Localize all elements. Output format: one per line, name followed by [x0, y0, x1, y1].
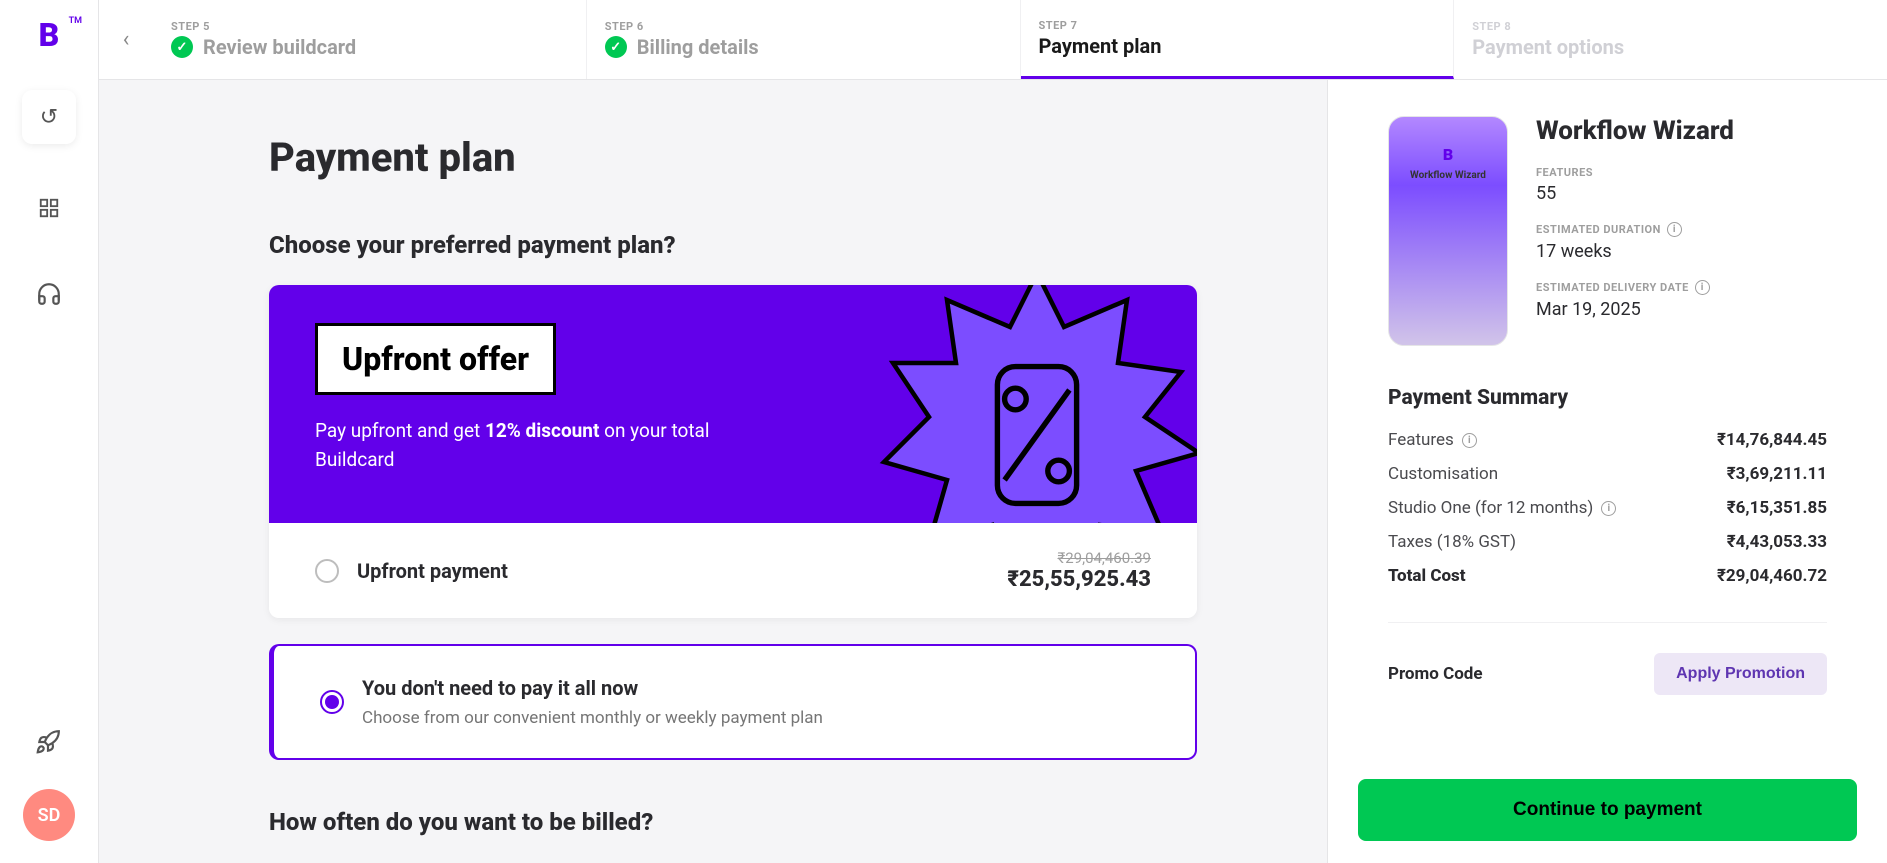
- check-icon: ✓: [605, 36, 627, 58]
- back-button[interactable]: ‹: [99, 0, 153, 79]
- step-7[interactable]: STEP 7 Payment plan: [1021, 0, 1455, 79]
- upfront-radio[interactable]: [315, 559, 339, 583]
- user-avatar[interactable]: SD: [23, 789, 75, 841]
- chevron-left-icon: ‹: [123, 27, 130, 52]
- promo-section: Promo Code Apply Promotion: [1388, 622, 1827, 695]
- section-heading-billing: How often do you want to be billed?: [269, 808, 1197, 836]
- page-title: Payment plan: [269, 134, 1197, 181]
- installment-radio[interactable]: [320, 690, 344, 714]
- offer-banner: Upfront offer Pay upfront and get 12% di…: [269, 285, 1197, 523]
- step-title: Billing details: [637, 35, 759, 59]
- info-icon[interactable]: i: [1601, 501, 1616, 516]
- check-icon: ✓: [171, 36, 193, 58]
- undo-icon: ↺: [40, 105, 58, 130]
- apps-icon[interactable]: [35, 194, 63, 222]
- step-5[interactable]: STEP 5 ✓ Review buildcard: [153, 0, 587, 79]
- thumb-product-name: Workflow Wizard: [1410, 170, 1486, 181]
- offer-description: Pay upfront and get 12% discount on your…: [315, 417, 745, 474]
- main-area: ‹ STEP 5 ✓ Review buildcard STEP 6 ✓ Bil…: [99, 0, 1887, 863]
- price-discounted: ₹25,55,925.43: [1007, 567, 1151, 592]
- product-thumbnail: B Workflow Wizard: [1388, 116, 1508, 346]
- avatar-initials: SD: [38, 805, 61, 826]
- upfront-price: ₹29,04,460.39 ₹25,55,925.43: [1007, 549, 1151, 592]
- summary-line-taxes: Taxes (18% GST) ₹4,43,053.33: [1388, 532, 1827, 552]
- step-title: Payment options: [1472, 35, 1624, 59]
- step-number: STEP 7: [1039, 19, 1436, 32]
- promo-label: Promo Code: [1388, 664, 1483, 684]
- stepper: ‹ STEP 5 ✓ Review buildcard STEP 6 ✓ Bil…: [99, 0, 1887, 80]
- thumb-logo: B: [1443, 145, 1453, 164]
- continue-to-payment-button[interactable]: Continue to payment: [1358, 779, 1857, 841]
- step-8[interactable]: STEP 8 Payment options: [1454, 0, 1887, 79]
- support-headset-icon[interactable]: [35, 280, 63, 308]
- summary-line-total: Total Cost ₹29,04,460.72: [1388, 566, 1827, 586]
- logo-b: B: [39, 16, 60, 54]
- content-main: Payment plan Choose your preferred payme…: [99, 80, 1327, 863]
- upfront-option-row[interactable]: Upfront payment ₹29,04,460.39 ₹25,55,925…: [269, 523, 1197, 618]
- brand-logo[interactable]: B TM: [28, 14, 70, 56]
- info-icon[interactable]: i: [1462, 433, 1477, 448]
- upfront-offer-card: Upfront offer Pay upfront and get 12% di…: [269, 285, 1197, 618]
- step-6[interactable]: STEP 6 ✓ Billing details: [587, 0, 1021, 79]
- installment-title: You don't need to pay it all now: [362, 676, 823, 700]
- features-value: 55: [1536, 183, 1827, 204]
- summary-title: Payment Summary: [1388, 386, 1827, 410]
- installment-subtitle: Choose from our convenient monthly or we…: [362, 708, 823, 728]
- apply-promotion-button[interactable]: Apply Promotion: [1654, 653, 1827, 695]
- duration-value: 17 weeks: [1536, 241, 1827, 262]
- discount-burst-icon: [857, 285, 1197, 523]
- product-header: B Workflow Wizard Workflow Wizard FEATUR…: [1388, 116, 1827, 346]
- info-icon[interactable]: i: [1695, 280, 1710, 295]
- installment-option-card[interactable]: You don't need to pay it all now Choose …: [269, 644, 1197, 760]
- step-number: STEP 5: [171, 20, 568, 33]
- info-icon[interactable]: i: [1667, 222, 1682, 237]
- step-number: STEP 6: [605, 20, 1002, 33]
- upfront-label: Upfront payment: [357, 559, 508, 583]
- delivery-value: Mar 19, 2025: [1536, 299, 1827, 320]
- summary-line-studio-one: Studio One (for 12 months)i ₹6,15,351.85: [1388, 498, 1827, 518]
- step-number: STEP 8: [1472, 20, 1869, 33]
- summary-line-features: Featuresi ₹14,76,844.45: [1388, 430, 1827, 450]
- left-sidebar: B TM ↺ SD: [0, 0, 99, 863]
- delivery-label: ESTIMATED DELIVERY DATEi: [1536, 280, 1827, 295]
- continue-bar: Continue to payment: [1328, 759, 1887, 863]
- content-wrap: Payment plan Choose your preferred payme…: [99, 80, 1887, 863]
- summary-panel: B Workflow Wizard Workflow Wizard FEATUR…: [1327, 80, 1887, 863]
- rocket-icon[interactable]: [35, 729, 63, 757]
- logo-tm: TM: [69, 16, 82, 26]
- duration-label: ESTIMATED DURATIONi: [1536, 222, 1827, 237]
- undo-button[interactable]: ↺: [22, 90, 76, 144]
- features-label: FEATURES: [1536, 166, 1827, 179]
- product-name: Workflow Wizard: [1536, 116, 1827, 146]
- price-original: ₹29,04,460.39: [1007, 549, 1151, 567]
- step-title: Review buildcard: [203, 35, 356, 59]
- summary-line-customisation: Customisation ₹3,69,211.11: [1388, 464, 1827, 484]
- section-heading-plan: Choose your preferred payment plan?: [269, 231, 1197, 259]
- offer-badge: Upfront offer: [315, 323, 556, 395]
- step-title: Payment plan: [1039, 34, 1162, 58]
